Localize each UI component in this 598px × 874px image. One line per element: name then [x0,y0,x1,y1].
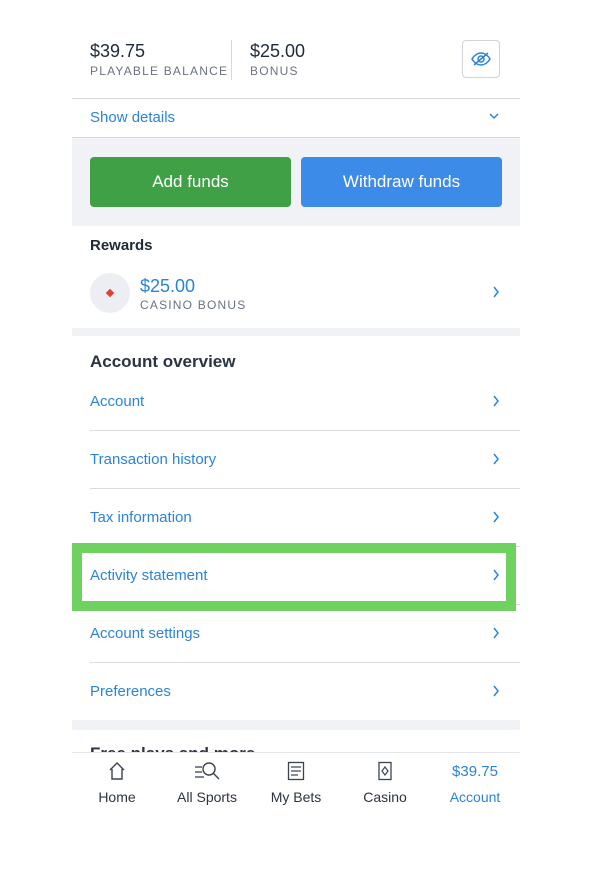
nav-home-label: Home [98,789,136,805]
balance-divider [231,40,232,80]
chevron-right-icon [493,685,499,697]
nav-all-sports[interactable]: All Sports [162,753,252,813]
menu-item-account[interactable]: Account [90,373,520,431]
chevron-right-icon [493,627,499,639]
bonus-amount: $25.00 [250,41,306,61]
activity-statement-highlight [72,543,516,611]
casino-bonus-label: CASINO BONUS [140,298,247,312]
search-icon [195,762,220,780]
casino-bonus-amount[interactable]: $25.00 [140,276,195,297]
bottom-nav: Home All Sports My Bets Casino $39.75 Ac… [72,752,520,813]
nav-all-sports-label: All Sports [177,789,237,805]
menu-item-transaction-history[interactable]: Transaction history [90,431,520,489]
nav-my-bets-label: My Bets [270,789,322,805]
account-overview-title: Account overview [90,352,236,371]
add-funds-button[interactable]: Add funds [90,157,291,207]
chevron-right-icon [493,511,499,523]
menu-item-tax-information[interactable]: Tax information [90,489,520,547]
free-plays-section: Free plays and more [72,730,520,754]
menu-item-label: Account [90,393,145,410]
home-icon [109,762,125,780]
rewards-title: Rewards [90,237,153,254]
nav-account-label: Account [449,789,501,805]
withdraw-funds-button[interactable]: Withdraw funds [301,157,502,207]
casino-chip-icon [90,273,130,313]
nav-account-balance: $39.75 [452,763,498,780]
section-divider [72,720,520,730]
playable-balance-label: PLAYABLE BALANCE [90,64,229,78]
funds-actions: Add funds Withdraw funds [72,138,520,226]
show-details-link[interactable]: Show details [90,109,175,126]
menu-item-label: Preferences [90,683,171,700]
hide-balance-button[interactable] [462,40,500,78]
nav-casino-label: Casino [363,789,407,805]
menu-item-label: Transaction history [90,451,217,468]
nav-casino[interactable]: Casino [340,753,430,813]
nav-home[interactable]: Home [72,753,162,813]
eye-slash-icon [471,52,491,66]
menu-item-label: Account settings [90,625,201,642]
account-overview-section: Account overview Account Transaction his… [72,336,520,720]
bonus-label: BONUS [250,64,299,78]
rewards-section: Rewards $25.00 CASINO BONUS [72,226,520,328]
chevron-down-icon [489,113,499,120]
menu-item-preferences[interactable]: Preferences [90,663,520,720]
playing-card-icon [378,761,392,781]
chevron-right-icon [493,453,499,465]
chevron-right-icon [493,395,499,407]
playable-balance-amount: $39.75 [90,41,146,61]
balance-header: $39.75 PLAYABLE BALANCE $25.00 BONUS [72,0,520,99]
nav-account[interactable]: $39.75 Account [430,753,520,813]
menu-item-label: Tax information [90,509,192,526]
section-divider [72,328,520,336]
show-details-row[interactable]: Show details [72,99,520,138]
bet-slip-icon [287,761,305,781]
chevron-right-icon[interactable] [492,286,500,298]
nav-my-bets[interactable]: My Bets [251,753,341,813]
menu-item-account-settings[interactable]: Account settings [90,605,520,663]
